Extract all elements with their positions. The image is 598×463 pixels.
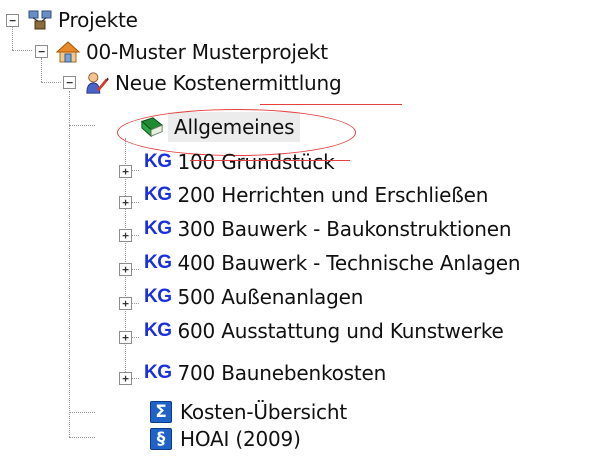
kg-icon: KG bbox=[144, 184, 172, 205]
collapse-toggle[interactable]: − bbox=[63, 76, 76, 89]
annotation-strike bbox=[260, 104, 402, 105]
kg-icon: KG bbox=[144, 252, 172, 273]
house-icon bbox=[56, 40, 80, 64]
tree-label: 500 Außenanlagen bbox=[177, 285, 364, 309]
kg-icon: KG bbox=[144, 320, 172, 341]
tree-node-estimate[interactable]: Neue Kostenermittlung bbox=[85, 68, 342, 98]
project-tree: − Projekte − 00-Muster Musterprojekt − N… bbox=[0, 0, 598, 463]
tree-node-kg-400[interactable]: KG 400 Bauwerk - Technische Anlagen bbox=[144, 248, 521, 278]
tree-connector bbox=[12, 26, 13, 50]
tree-connector bbox=[69, 125, 95, 126]
tree-label: 400 Bauwerk - Technische Anlagen bbox=[177, 251, 521, 275]
paragraph-icon: § bbox=[150, 428, 172, 450]
tree-node-kg-600[interactable]: KG 600 Ausstattung und Kunstwerke bbox=[144, 316, 504, 346]
tree-label: 600 Ausstattung und Kunstwerke bbox=[177, 319, 504, 343]
tree-label: Kosten-Übersicht bbox=[180, 400, 347, 424]
tree-node-kg-100[interactable]: KG 100 Grundstück bbox=[144, 147, 335, 177]
kg-icon: KG bbox=[144, 151, 172, 172]
tree-label: 100 Grundstück bbox=[177, 150, 335, 174]
tree-node-allgemeines[interactable]: Allgemeines bbox=[140, 112, 301, 142]
collapse-toggle[interactable]: − bbox=[35, 45, 48, 58]
kg-icon: KG bbox=[144, 286, 172, 307]
tree-connector bbox=[41, 82, 61, 83]
tree-label: HOAI (2009) bbox=[180, 427, 301, 451]
expand-toggle[interactable]: + bbox=[119, 263, 132, 276]
tree-label: 00-Muster Musterprojekt bbox=[86, 40, 328, 64]
tree-connector bbox=[12, 50, 32, 51]
tree-node-kosten-uebersicht[interactable]: Σ Kosten-Übersicht bbox=[150, 397, 347, 427]
expand-toggle[interactable]: + bbox=[119, 165, 132, 178]
kg-icon: KG bbox=[144, 362, 172, 383]
expand-toggle[interactable]: + bbox=[119, 229, 132, 242]
tree-node-kg-300[interactable]: KG 300 Bauwerk - Baukonstruktionen bbox=[144, 214, 512, 244]
expand-toggle[interactable]: + bbox=[119, 297, 132, 310]
tree-node-kg-500[interactable]: KG 500 Außenanlagen bbox=[144, 282, 363, 312]
tree-node-hoai[interactable]: § HOAI (2009) bbox=[150, 424, 301, 454]
tree-label-selected: Allgemeines bbox=[168, 112, 301, 142]
expand-toggle[interactable]: + bbox=[119, 372, 132, 385]
tree-label: 300 Bauwerk - Baukonstruktionen bbox=[177, 217, 512, 241]
tree-node-projekte[interactable]: Projekte bbox=[28, 5, 138, 35]
person-edit-icon bbox=[85, 71, 109, 95]
tree-label: Neue Kostenermittlung bbox=[115, 71, 342, 95]
expand-toggle[interactable]: + bbox=[119, 331, 132, 344]
tree-connector bbox=[69, 437, 95, 438]
annotation-strike bbox=[190, 160, 350, 161]
tree-label: Projekte bbox=[58, 8, 138, 32]
expand-toggle[interactable]: + bbox=[119, 196, 132, 209]
network-projects-icon bbox=[28, 8, 52, 32]
tree-connector bbox=[69, 91, 70, 437]
kg-icon: KG bbox=[144, 218, 172, 239]
tree-connector bbox=[69, 412, 95, 413]
tree-connector bbox=[41, 58, 42, 82]
sigma-icon: Σ bbox=[150, 401, 172, 423]
book-icon bbox=[140, 115, 164, 139]
tree-node-kg-200[interactable]: KG 200 Herrichten und Erschließen bbox=[144, 180, 488, 210]
collapse-toggle[interactable]: − bbox=[6, 14, 19, 27]
tree-label: 700 Baunebenkosten bbox=[177, 361, 387, 385]
tree-label: 200 Herrichten und Erschließen bbox=[177, 183, 489, 207]
tree-node-project[interactable]: 00-Muster Musterprojekt bbox=[56, 37, 328, 67]
tree-node-kg-700[interactable]: KG 700 Baunebenkosten bbox=[144, 358, 386, 388]
